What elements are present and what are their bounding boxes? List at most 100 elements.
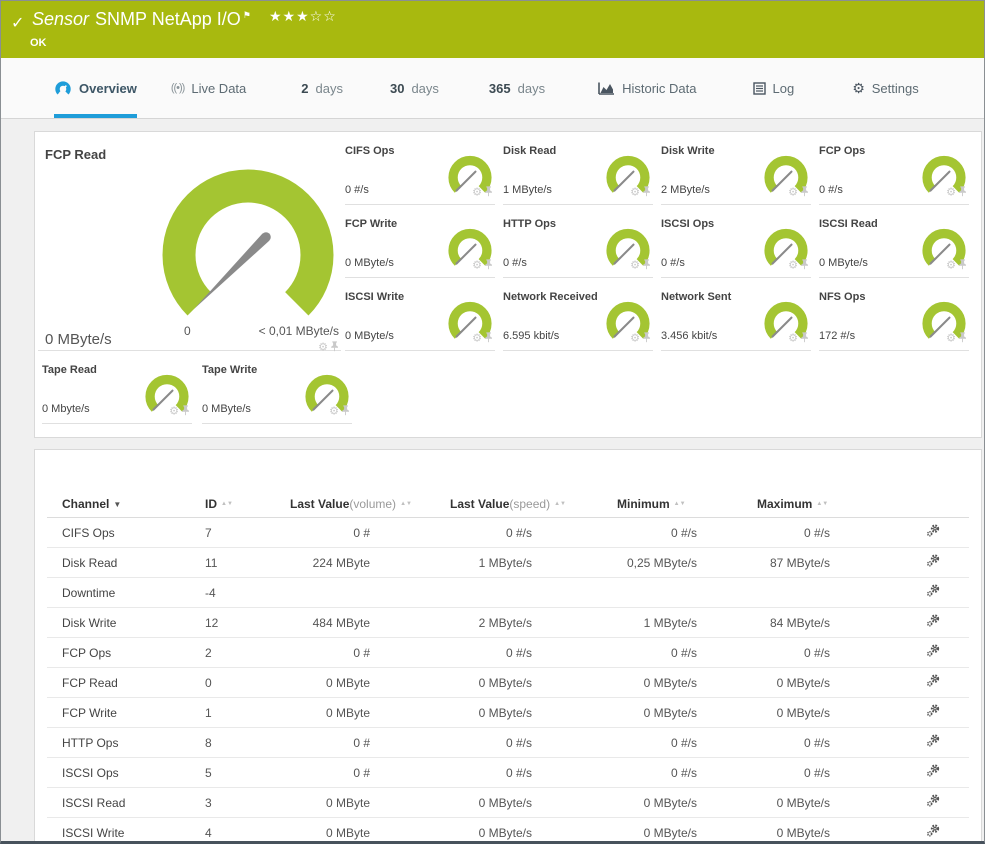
cell-id: 8 [205, 735, 212, 750]
tab-overview[interactable]: Overview [54, 58, 137, 118]
col-id[interactable]: ID ▲▼ [205, 497, 290, 511]
col-maximum[interactable]: Maximum ▲▼ [757, 497, 907, 511]
gauge-tile-label: FCP Ops [819, 145, 866, 157]
channel-settings-icon[interactable] [926, 823, 941, 842]
channel-settings-icon[interactable] [926, 673, 941, 693]
cell-last-value-volume: 224 MByte [312, 555, 370, 570]
pin-icon[interactable] [642, 332, 651, 343]
gauge-tile-value: 172 #/s [819, 330, 856, 342]
col-last-value-volume[interactable]: Last Value(volume) ▲▼ [290, 497, 450, 511]
pin-icon[interactable] [484, 186, 493, 197]
cell-last-value-volume: 0 # [353, 645, 370, 660]
gear-icon[interactable]: ⚙ [472, 259, 482, 271]
sensor-name: SNMP NetApp I/O [95, 9, 241, 29]
stars-empty: ☆☆ [309, 8, 337, 24]
col-last-value-speed[interactable]: Last Value(speed) ▲▼ [450, 497, 617, 511]
cell-channel: FCP Write [62, 705, 117, 720]
gear-icon[interactable]: ⚙ [472, 186, 482, 198]
channels-table: Channel ▼ ID ▲▼ Last Value(volume) ▲▼ Last … [47, 490, 969, 842]
cell-id: -4 [205, 585, 216, 600]
gear-icon[interactable]: ⚙ [788, 259, 798, 271]
channel-settings-icon[interactable] [926, 643, 941, 663]
col-channel[interactable]: Channel ▼ [62, 497, 205, 511]
channel-settings-icon[interactable] [926, 733, 941, 753]
gear-icon[interactable]: ⚙ [788, 332, 798, 344]
tab-365-days[interactable]: 365 days [489, 58, 545, 118]
gauge-tile: HTTP Ops 0 #/s ⚙ [503, 214, 653, 278]
tab-30-days[interactable]: 30 days [390, 58, 439, 118]
gauge-tile-value: 0 #/s [661, 257, 685, 269]
pin-icon[interactable] [642, 186, 651, 197]
gauge-tile: CIFS Ops 0 #/s ⚙ [345, 141, 495, 205]
table-row: FCP Write 1 0 MByte 0 MByte/s 0 MByte/s … [47, 698, 969, 728]
tape-gauge-row: Tape Read 0 Mbyte/s ⚙ Tape Write 0 MByte… [42, 360, 352, 433]
gear-icon[interactable]: ⚙ [946, 186, 956, 198]
tab-live-data[interactable]: ((•)) Live Data [171, 58, 246, 118]
cell-id: 1 [205, 705, 212, 720]
cell-last-value-speed: 0 MByte/s [478, 795, 532, 810]
pin-icon[interactable] [484, 332, 493, 343]
gauge-tile-value: 0 #/s [345, 184, 369, 196]
gear-icon[interactable]: ⚙ [946, 259, 956, 271]
pin-icon[interactable] [642, 259, 651, 270]
pin-icon[interactable] [958, 332, 967, 343]
channels-panel: Channel ▼ ID ▲▼ Last Value(volume) ▲▼ Last … [34, 449, 982, 842]
pin-icon[interactable] [958, 186, 967, 197]
gauge-tile-label: Tape Write [202, 364, 258, 376]
gear-icon: ⚙ [852, 80, 865, 96]
tab-settings[interactable]: ⚙ Settings [852, 58, 919, 118]
gear-icon[interactable]: ⚙ [630, 186, 640, 198]
cell-channel: FCP Read [62, 675, 118, 690]
tab-number: 2 [301, 80, 309, 96]
pin-icon[interactable] [181, 405, 190, 416]
pin-icon[interactable] [330, 341, 339, 352]
channel-settings-icon[interactable] [926, 523, 941, 543]
table-body: CIFS Ops 7 0 # 0 #/s 0 #/s 0 #/s Disk Re… [47, 518, 969, 842]
tab-bar: Overview ((•)) Live Data 2 days 30 days … [1, 58, 984, 119]
pin-icon[interactable] [800, 259, 809, 270]
main-gauge-scale-min: 0 [184, 324, 191, 338]
tab-number: 365 [488, 80, 511, 96]
tab-historic-data[interactable]: Historic Data [598, 58, 697, 118]
main-gauge-value: 0 MByte/s [45, 331, 112, 348]
gear-icon[interactable]: ⚙ [169, 405, 179, 417]
gear-icon[interactable]: ⚙ [788, 186, 798, 198]
object-kind: Sensor [32, 9, 90, 29]
gear-icon[interactable]: ⚙ [630, 332, 640, 344]
channel-settings-icon[interactable] [926, 553, 941, 573]
gear-icon[interactable]: ⚙ [329, 405, 339, 417]
channel-settings-icon[interactable] [926, 583, 941, 603]
tab-label: Settings [871, 80, 919, 96]
pin-icon[interactable] [958, 259, 967, 270]
gauge-tile-label: ISCSI Read [819, 218, 878, 230]
pin-icon[interactable] [484, 259, 493, 270]
gear-icon[interactable]: ⚙ [318, 341, 328, 353]
priority-stars[interactable]: ★★★☆☆ [269, 8, 337, 25]
cell-minimum: 0 #/s [670, 765, 697, 780]
gauge-icon [55, 80, 71, 94]
channel-settings-icon[interactable] [926, 703, 941, 723]
table-row: FCP Ops 2 0 # 0 #/s 0 #/s 0 #/s [47, 638, 969, 668]
table-header-row: Channel ▼ ID ▲▼ Last Value(volume) ▲▼ Last … [47, 490, 969, 518]
flag-icon[interactable]: ⚑ [243, 10, 251, 20]
gear-icon[interactable]: ⚙ [472, 332, 482, 344]
gauge-tile-label: NFS Ops [819, 291, 866, 303]
channel-settings-icon[interactable] [926, 613, 941, 633]
channel-settings-icon[interactable] [926, 763, 941, 783]
pin-icon[interactable] [800, 186, 809, 197]
broadcast-icon: ((•)) [170, 82, 185, 94]
col-minimum[interactable]: Minimum ▲▼ [617, 497, 757, 511]
pin-icon[interactable] [341, 405, 350, 416]
gauge-tile-value: 0 MByte/s [819, 257, 868, 269]
cell-minimum: 0 MByte/s [643, 705, 697, 720]
sort-icon: ▲▼ [554, 500, 566, 507]
gear-icon[interactable]: ⚙ [630, 259, 640, 271]
tab-2-days[interactable]: 2 days [301, 58, 343, 118]
cell-last-value-volume: 0 # [353, 735, 370, 750]
channel-settings-icon[interactable] [926, 793, 941, 813]
gear-icon[interactable]: ⚙ [946, 332, 956, 344]
cell-maximum: 0 #/s [803, 765, 830, 780]
pin-icon[interactable] [800, 332, 809, 343]
tab-log[interactable]: Log [752, 58, 794, 118]
cell-maximum: 0 #/s [803, 735, 830, 750]
